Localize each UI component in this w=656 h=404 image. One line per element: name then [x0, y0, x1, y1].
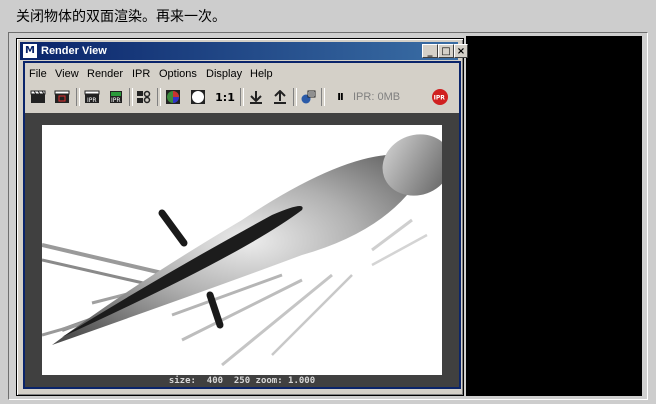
- render-region-icon[interactable]: [51, 87, 73, 107]
- black-panel: [466, 36, 642, 396]
- maya-icon: M: [23, 44, 37, 58]
- ipr-stop-button[interactable]: IPR: [430, 87, 450, 107]
- keep-image-icon[interactable]: [245, 87, 267, 107]
- real-size-button[interactable]: 1:1: [213, 87, 237, 107]
- menu-bar: File View Render IPR Options Display Hel…: [25, 65, 459, 83]
- ipr-stop-label: IPR: [434, 95, 446, 102]
- stop-icon: IPR: [432, 89, 448, 105]
- caption-text: 关闭物体的双面渲染。再来一次。: [16, 9, 226, 25]
- close-button[interactable]: ×: [454, 44, 468, 58]
- menu-display[interactable]: Display: [206, 67, 242, 81]
- render-viewport[interactable]: [25, 113, 459, 375]
- maximize-button[interactable]: □: [438, 44, 454, 58]
- menu-view[interactable]: View: [55, 67, 79, 81]
- menu-render[interactable]: Render: [87, 67, 123, 81]
- menu-file[interactable]: File: [29, 67, 47, 81]
- pause-button[interactable]: II: [333, 87, 347, 107]
- render-settings-icon[interactable]: [133, 87, 155, 107]
- menu-help[interactable]: Help: [250, 67, 273, 81]
- remove-image-icon[interactable]: [269, 87, 291, 107]
- toolbar-separator: [321, 88, 325, 106]
- window-title: Render View: [41, 45, 107, 57]
- toolbar-separator: [76, 88, 80, 106]
- toolbar-separator: [157, 88, 161, 106]
- toolbar: IPR IPR 1:1 II IPR: 0MB IPR: [25, 85, 459, 109]
- render-log-icon[interactable]: [297, 87, 319, 107]
- toolbar-separator: [240, 88, 244, 106]
- color-channel-icon[interactable]: [162, 87, 184, 107]
- alpha-channel-icon[interactable]: [187, 87, 209, 107]
- menu-ipr[interactable]: IPR: [132, 67, 150, 81]
- window-body: File View Render IPR Options Display Hel…: [23, 61, 461, 389]
- render-status-line: size: 400 250 zoom: 1.000: [25, 375, 459, 387]
- rendered-creature: [42, 134, 442, 367]
- render-view-window: M Render View _ □ × File View Render IPR…: [16, 38, 468, 396]
- ipr-memory-status: IPR: 0MB: [353, 91, 401, 103]
- minimize-button[interactable]: _: [422, 44, 438, 58]
- ipr-render-icon[interactable]: IPR: [81, 87, 103, 107]
- rendered-image: [42, 125, 442, 375]
- svg-text:IPR: IPR: [87, 97, 97, 104]
- title-bar[interactable]: M Render View _ □ ×: [20, 42, 468, 60]
- render-clapper-icon[interactable]: [27, 87, 49, 107]
- ipr-refresh-icon[interactable]: IPR: [105, 87, 127, 107]
- menu-options[interactable]: Options: [159, 67, 197, 81]
- svg-text:IPR: IPR: [111, 97, 121, 104]
